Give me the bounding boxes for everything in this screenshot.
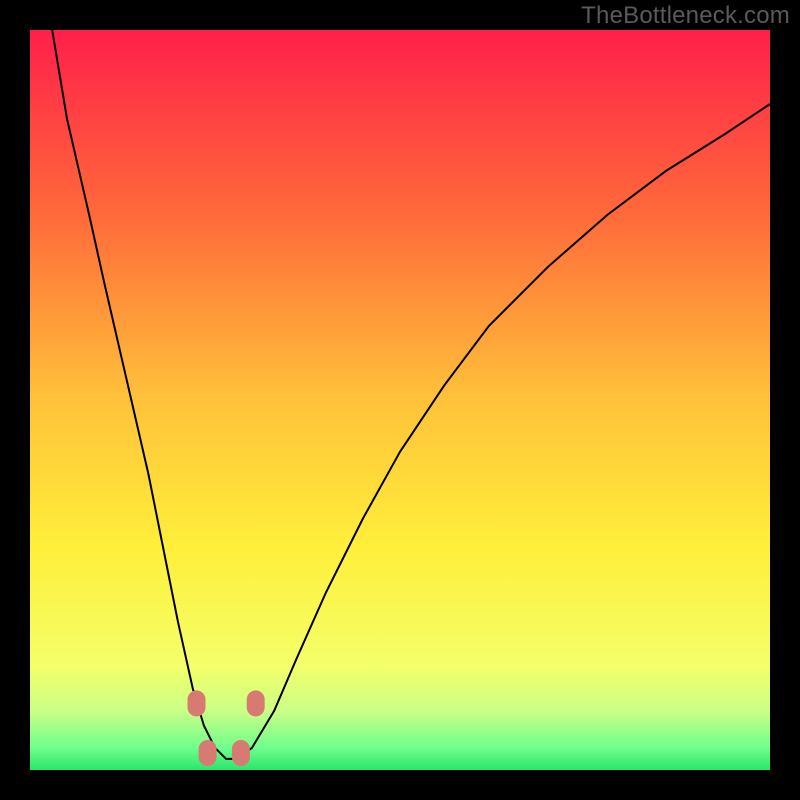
marker-dot: [199, 740, 217, 766]
marker-dot: [188, 690, 206, 716]
marker-dot: [232, 740, 250, 766]
plot-area: [30, 30, 770, 770]
watermark-text: TheBottleneck.com: [581, 2, 790, 30]
marker-dot: [247, 690, 265, 716]
bottleneck-chart: [30, 30, 770, 770]
chart-background: [30, 30, 770, 770]
chart-frame: TheBottleneck.com: [0, 0, 800, 800]
